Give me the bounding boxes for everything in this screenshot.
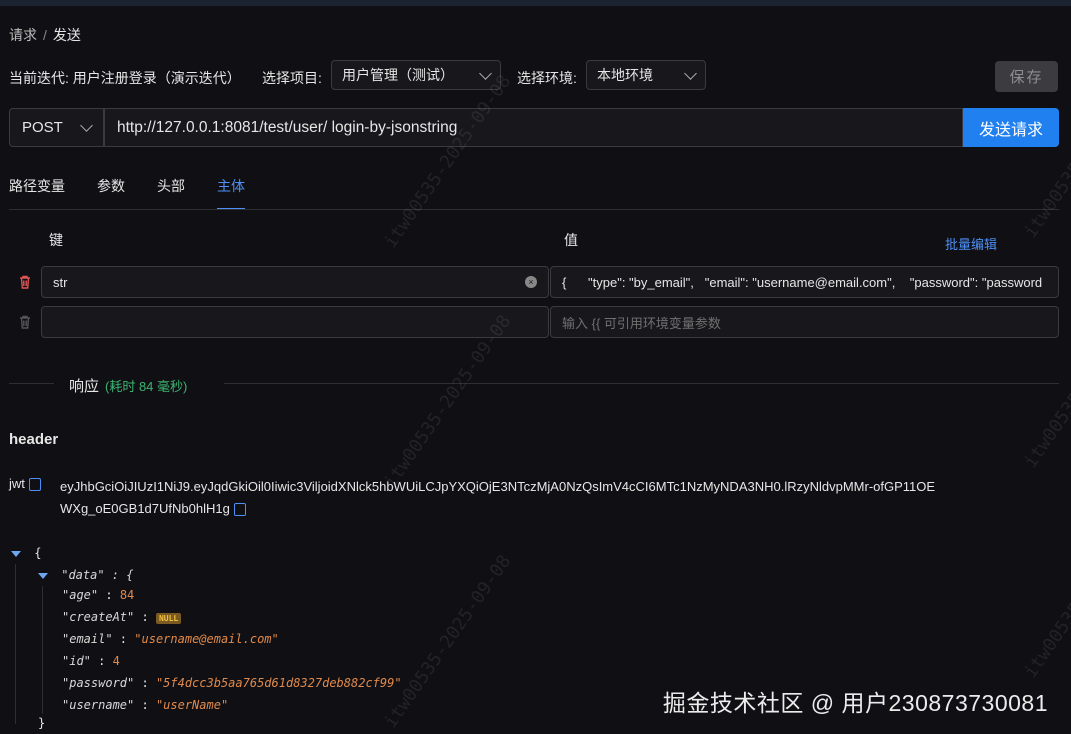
env-select-value: 本地环境 xyxy=(597,67,653,83)
chevron-down-icon xyxy=(479,66,492,80)
tab-headers[interactable]: 头部 xyxy=(157,176,185,210)
diagonal-watermark: itw00535-2025-09-08 xyxy=(380,71,516,253)
iteration-label: 当前迭代: 用户注册登录（演示迭代） xyxy=(9,70,241,86)
body-key-value: str xyxy=(53,274,68,290)
json-field-sep: : xyxy=(98,588,120,602)
chevron-down-icon xyxy=(80,119,93,132)
breadcrumb-parent[interactable]: 请求 xyxy=(9,27,37,43)
json-field: "username" : "userName" xyxy=(62,698,228,712)
diagonal-watermark: itw00535-2025-09-08 xyxy=(380,551,516,733)
collapse-triangle-icon[interactable] xyxy=(11,551,21,557)
body-key-input[interactable]: str × xyxy=(41,266,549,298)
json-field-key: "age" xyxy=(62,588,99,602)
body-value-input-empty[interactable]: 输入 {{ 可引用环境变量参数 xyxy=(550,306,1059,338)
copy-icon[interactable] xyxy=(233,503,246,517)
json-field: "createAt" : NULL xyxy=(62,610,182,624)
json-field-value: "username@email.com" xyxy=(134,632,279,646)
breadcrumb-current: 发送 xyxy=(52,27,81,43)
chevron-down-icon xyxy=(684,66,697,80)
diagonal-watermark: itw00535-2025-09-08 xyxy=(380,311,516,493)
response-time: (耗时 84 毫秒) xyxy=(105,379,188,394)
tab-body[interactable]: 主体 xyxy=(217,176,245,210)
json-field: "id" : 4 xyxy=(62,654,120,668)
env-select[interactable]: 本地环境 xyxy=(586,60,706,90)
json-field-value: "userName" xyxy=(155,698,229,712)
json-null-badge: NULL xyxy=(155,613,182,624)
send-request-button[interactable]: 发送请求 xyxy=(963,108,1059,147)
tab-params[interactable]: 参数 xyxy=(97,176,125,210)
json-field-sep: : xyxy=(90,654,113,668)
json-data-key: "data" : { xyxy=(61,568,134,582)
json-root-line: { xyxy=(11,546,41,560)
method-select[interactable]: POST xyxy=(9,108,104,147)
json-field-key: "email" xyxy=(62,632,113,646)
response-title: 响应 (耗时 84 毫秒) xyxy=(69,375,187,396)
jwt-value-text: eyJhbGciOiJIUzI1NiJ9.eyJqdGkiOil0Iiwic3V… xyxy=(60,479,936,516)
json-data-line: "data" : { xyxy=(38,568,133,582)
json-field-key: "password" xyxy=(62,676,135,690)
key-column-header: 键 xyxy=(49,232,63,248)
save-button[interactable]: 保存 xyxy=(995,61,1058,92)
tab-divider xyxy=(9,209,1059,210)
project-select-value: 用户管理（测试） xyxy=(342,67,454,83)
body-key-input-empty[interactable] xyxy=(41,306,549,338)
json-field-sep: : xyxy=(134,698,156,712)
collapse-triangle-icon[interactable] xyxy=(38,573,48,579)
json-open-brace: { xyxy=(34,546,42,560)
json-field-value: 84 xyxy=(119,588,135,602)
json-field-value: 4 xyxy=(112,654,120,668)
json-field-sep: : xyxy=(134,610,156,624)
tab-path-variables[interactable]: 路径变量 xyxy=(9,176,65,210)
value-column-header: 值 xyxy=(564,232,578,248)
diagonal-watermark: itw00535-2025-09-08 xyxy=(1020,501,1071,683)
json-field: "age" : 84 xyxy=(62,588,134,602)
copy-icon[interactable] xyxy=(28,478,41,492)
url-input[interactable]: http://127.0.0.1:8081/test/user/ login-b… xyxy=(104,108,963,147)
batch-edit-link[interactable]: 批量编辑 xyxy=(945,234,997,253)
delete-row-icon[interactable] xyxy=(17,314,33,330)
corner-watermark: 掘金技术社区 @ 用户230873730081 xyxy=(662,690,1048,716)
json-indent-guide xyxy=(42,586,43,714)
json-field: "email" : "username@email.com" xyxy=(62,632,279,646)
response-divider-left xyxy=(9,383,54,384)
jwt-key-label: jwt xyxy=(9,476,25,491)
method-value: POST xyxy=(22,119,63,136)
response-header-title: header xyxy=(9,431,59,448)
request-tabs: 路径变量 参数 头部 主体 xyxy=(9,176,277,210)
jwt-value: eyJhbGciOiJIUzI1NiJ9.eyJqdGkiOil0Iiwic3V… xyxy=(60,476,940,520)
json-indent-guide xyxy=(15,564,16,724)
body-value-input[interactable]: { "type": "by_email", "email": "username… xyxy=(550,266,1059,298)
json-field-sep: : xyxy=(112,632,135,646)
delete-row-icon[interactable] xyxy=(17,274,33,290)
json-field-key: "createAt" xyxy=(62,610,135,624)
window-top-bar xyxy=(0,0,1071,6)
json-field-key: "username" xyxy=(62,698,135,712)
project-select[interactable]: 用户管理（测试） xyxy=(331,60,501,90)
json-field-value: "5f4dcc3b5aa765d61d8327deb882cf99" xyxy=(155,676,402,690)
response-title-text: 响应 xyxy=(69,378,100,395)
jwt-key: jwt xyxy=(9,476,41,492)
breadcrumb: 请求 / 发送 xyxy=(9,25,81,45)
json-field: "password" : "5f4dcc3b5aa765d61d8327deb8… xyxy=(62,676,402,690)
json-field-sep: : xyxy=(134,676,156,690)
json-field-key: "id" xyxy=(62,654,91,668)
project-label: 选择项目: xyxy=(262,70,322,86)
json-close-brace: } xyxy=(38,716,46,730)
env-label: 选择环境: xyxy=(517,70,577,86)
response-divider-right xyxy=(224,383,1059,384)
clear-input-icon[interactable]: × xyxy=(525,276,537,288)
breadcrumb-separator: / xyxy=(43,27,47,43)
